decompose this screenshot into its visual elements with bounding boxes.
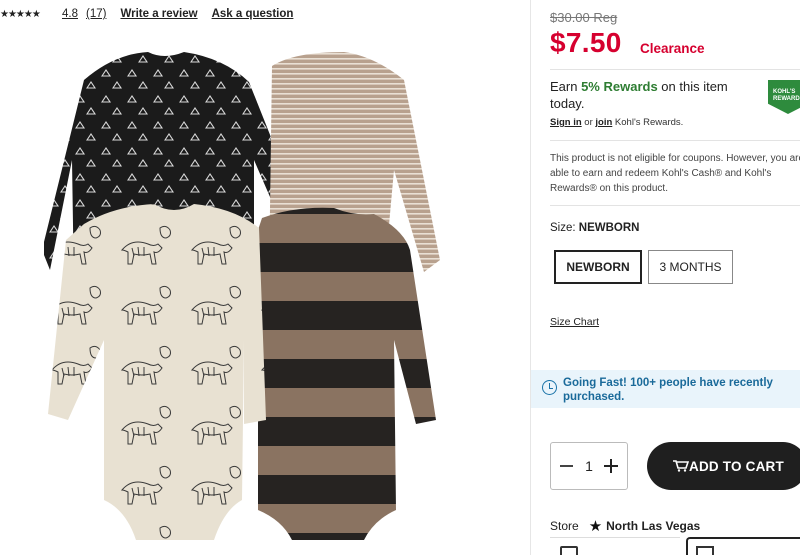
- signin-link[interactable]: Sign in: [550, 117, 582, 128]
- minus-icon[interactable]: [559, 458, 575, 474]
- tiger-bodysuit: [48, 204, 266, 540]
- store-star-icon: ★: [588, 518, 603, 535]
- size-chart-link[interactable]: Size Chart: [550, 316, 599, 328]
- going-fast-alert: Going Fast! 100+ people have recently pu…: [531, 370, 800, 408]
- divider: [550, 205, 800, 206]
- write-review-link[interactable]: Write a review: [120, 8, 197, 20]
- sale-price: $7.50: [550, 27, 622, 58]
- kohls-rewards-badge-icon: KOHL'S REWARDS: [768, 80, 800, 114]
- signin-join-line: Sign in or join Kohl's Rewards.: [550, 117, 683, 128]
- size-option-newborn[interactable]: NEWBORN: [554, 250, 642, 284]
- rating-stars-icon: ★★★★★: [0, 8, 41, 20]
- signin-or: or: [581, 117, 596, 128]
- plus-icon[interactable]: [603, 458, 619, 474]
- size-label-text: Size:: [550, 222, 576, 234]
- product-purchase-panel: $30.00 Reg $7.50 Clearance Earn 5% Rewar…: [531, 0, 800, 555]
- banded-bodysuit: [258, 207, 436, 540]
- store-label: Store: [550, 519, 579, 533]
- coupon-eligibility-note: This product is not eligible for coupons…: [550, 153, 800, 194]
- rewards-badge-label: KOHL'S REWARDS: [773, 89, 800, 102]
- store-selector[interactable]: Store ★ North Las Vegas: [550, 517, 700, 535]
- clock-icon: [542, 380, 557, 395]
- rewards-message: Earn 5% Rewards on this item today.: [550, 78, 750, 112]
- selected-size: NEWBORN: [578, 222, 640, 234]
- add-to-cart-button[interactable]: ADD TO CART: [647, 442, 800, 490]
- ask-question-link[interactable]: Ask a question: [212, 8, 294, 20]
- review-summary: ★★★★★ 4.8 (17) Write a review Ask a ques…: [0, 6, 293, 22]
- product-page: ★★★★★ 4.8 (17) Write a review Ask a ques…: [0, 0, 800, 555]
- shipping-option[interactable]: [686, 537, 800, 555]
- cart-icon: [673, 460, 689, 472]
- rewards-percent: 5% Rewards: [581, 79, 658, 94]
- divider: [550, 140, 800, 141]
- size-option-3-months[interactable]: 3 MONTHS: [648, 250, 733, 284]
- rating-value[interactable]: 4.8: [62, 8, 78, 20]
- product-image[interactable]: [44, 40, 444, 555]
- store-name[interactable]: North Las Vegas: [606, 519, 700, 533]
- signin-tail: Kohl's Rewards.: [612, 117, 684, 128]
- truck-icon: [696, 546, 714, 555]
- add-to-cart-label: ADD TO CART: [689, 458, 784, 474]
- divider: [550, 69, 800, 70]
- store-pickup-icon: [560, 546, 578, 555]
- product-gallery: ★★★★★ 4.8 (17) Write a review Ask a ques…: [0, 0, 530, 555]
- quantity-value[interactable]: 1: [585, 458, 593, 474]
- quantity-stepper: 1: [550, 442, 628, 490]
- rewards-prefix: Earn: [550, 79, 582, 94]
- pickup-option[interactable]: [550, 537, 680, 555]
- size-label: Size: NEWBORN: [550, 222, 639, 234]
- clearance-label: Clearance: [640, 41, 705, 56]
- join-link[interactable]: join: [595, 117, 612, 128]
- going-fast-text: Going Fast! 100+ people have recently pu…: [563, 377, 773, 403]
- review-count[interactable]: (17): [86, 8, 106, 20]
- original-price: $30.00 Reg: [550, 10, 618, 25]
